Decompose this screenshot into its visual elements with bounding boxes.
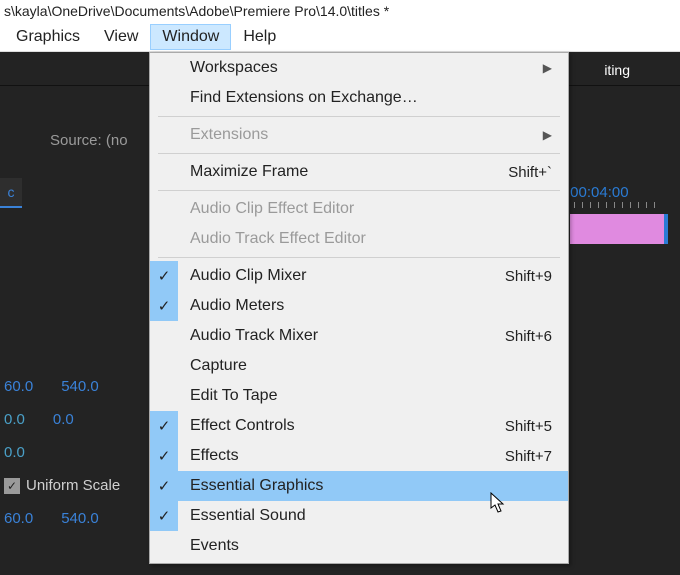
menu-item-label: Audio Track Mixer <box>190 327 318 345</box>
menu-item-label: Essential Sound <box>190 507 306 525</box>
panel-tab[interactable]: c <box>0 178 22 208</box>
timecode: :00:04:00 <box>566 184 629 201</box>
menu-item-maximize-frame[interactable]: Maximize Frame Shift+` <box>150 157 568 187</box>
window-menu-dropdown: Workspaces ▶ Find Extensions on Exchange… <box>149 52 569 564</box>
value-rotation[interactable]: 0.0 <box>4 444 25 461</box>
menu-item-label: Audio Clip Effect Editor <box>190 200 354 218</box>
menu-item-label: Edit To Tape <box>190 387 277 405</box>
value-scale-y[interactable]: 0.0 <box>53 411 74 428</box>
menu-item-label: Maximize Frame <box>190 163 308 181</box>
check-icon: ✓ <box>150 501 178 531</box>
check-icon: ✓ <box>150 441 178 471</box>
title-bar: s\kayla\OneDrive\Documents\Adobe\Premier… <box>0 0 680 22</box>
title-path: s\kayla\OneDrive\Documents\Adobe\Premier… <box>4 3 389 19</box>
menu-item-effect-controls[interactable]: ✓ Effect Controls Shift+5 <box>150 411 568 441</box>
value-anchor-y[interactable]: 540.0 <box>61 510 99 527</box>
value-position-y[interactable]: 540.0 <box>61 378 99 395</box>
value-scale-x[interactable]: 0.0 <box>4 411 25 428</box>
menu-shortcut: Shift+7 <box>505 448 552 465</box>
menu-item-label: Audio Meters <box>190 297 284 315</box>
menu-item-label: Capture <box>190 357 247 375</box>
menu-item-label: Find Extensions on Exchange… <box>190 89 418 107</box>
menu-item-audio-track-mixer[interactable]: Audio Track Mixer Shift+6 <box>150 321 568 351</box>
menu-item-effects[interactable]: ✓ Effects Shift+7 <box>150 441 568 471</box>
menu-shortcut: Shift+` <box>508 164 552 181</box>
menu-item-label: Audio Track Effect Editor <box>190 230 366 248</box>
menu-item-audio-meters[interactable]: ✓ Audio Meters <box>150 291 568 321</box>
menu-item-label: Essential Graphics <box>190 477 323 495</box>
menu-shortcut: Shift+5 <box>505 418 552 435</box>
menu-bar: Graphics View Window Help <box>0 22 680 52</box>
workspace-tab-editing[interactable]: iting <box>592 58 642 82</box>
effect-controls-values: 60.0 540.0 0.0 0.0 0.0 ✓ Uniform Scale 6… <box>0 370 124 535</box>
menu-window[interactable]: Window <box>150 24 231 50</box>
menu-item-essential-graphics[interactable]: ✓ Essential Graphics <box>150 471 568 501</box>
check-icon: ✓ <box>150 471 178 501</box>
menu-item-label: Events <box>190 537 239 555</box>
value-anchor-x[interactable]: 60.0 <box>4 510 33 527</box>
menu-item-audio-clip-effect-editor: Audio Clip Effect Editor <box>150 194 568 224</box>
menu-separator <box>158 190 560 191</box>
menu-item-label: Audio Clip Mixer <box>190 267 306 285</box>
menu-separator <box>158 116 560 117</box>
menu-item-find-extensions[interactable]: Find Extensions on Exchange… <box>150 83 568 113</box>
menu-item-audio-clip-mixer[interactable]: ✓ Audio Clip Mixer Shift+9 <box>150 261 568 291</box>
menu-item-label: Effects <box>190 447 239 465</box>
menu-item-edit-to-tape[interactable]: Edit To Tape <box>150 381 568 411</box>
check-icon: ✓ <box>150 261 178 291</box>
menu-item-audio-track-effect-editor: Audio Track Effect Editor <box>150 224 568 254</box>
menu-graphics[interactable]: Graphics <box>4 24 92 50</box>
menu-item-capture[interactable]: Capture <box>150 351 568 381</box>
check-icon: ✓ <box>150 411 178 441</box>
menu-item-essential-sound[interactable]: ✓ Essential Sound <box>150 501 568 531</box>
check-icon: ✓ <box>150 291 178 321</box>
timeline-clip[interactable] <box>570 214 668 244</box>
source-panel-label: Source: (no <box>50 132 128 149</box>
value-position-x[interactable]: 60.0 <box>4 378 33 395</box>
menu-shortcut: Shift+6 <box>505 328 552 345</box>
menu-separator <box>158 153 560 154</box>
uniform-scale-label: Uniform Scale <box>26 477 120 494</box>
menu-item-extensions[interactable]: Extensions ▶ <box>150 120 568 150</box>
chevron-right-icon: ▶ <box>543 61 552 75</box>
uniform-scale-checkbox[interactable]: ✓ <box>4 478 20 494</box>
menu-view[interactable]: View <box>92 24 150 50</box>
menu-item-workspaces[interactable]: Workspaces ▶ <box>150 53 568 83</box>
menu-separator <box>158 257 560 258</box>
menu-help[interactable]: Help <box>231 24 288 50</box>
chevron-right-icon: ▶ <box>543 128 552 142</box>
menu-item-label: Workspaces <box>190 59 278 77</box>
menu-item-label: Effect Controls <box>190 417 295 435</box>
menu-item-label: Extensions <box>190 126 268 144</box>
time-ruler[interactable] <box>566 202 666 212</box>
menu-shortcut: Shift+9 <box>505 268 552 285</box>
menu-item-events[interactable]: Events <box>150 531 568 561</box>
